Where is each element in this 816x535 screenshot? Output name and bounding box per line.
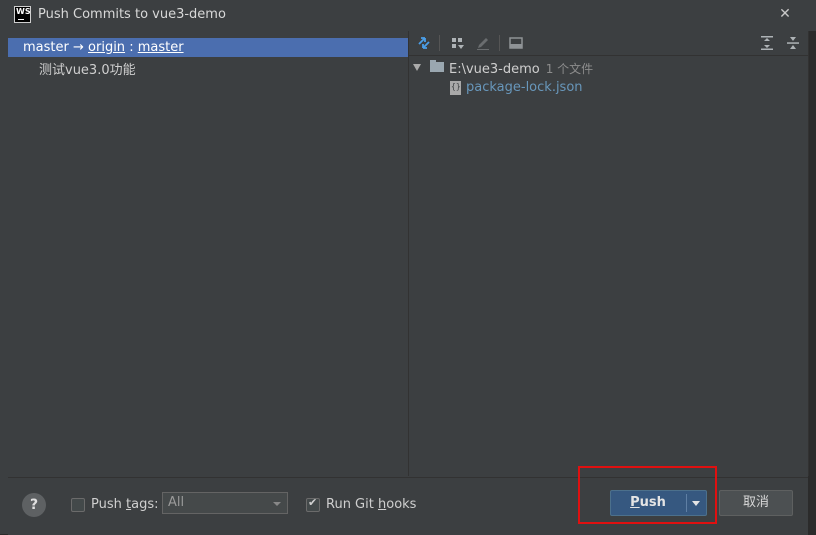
folder-icon (430, 60, 444, 72)
branch-row[interactable]: master → origin : master (8, 38, 408, 57)
json-file-icon (450, 81, 461, 95)
changes-toolbar (409, 31, 808, 56)
push-button[interactable]: Push (611, 491, 685, 515)
expand-all-icon[interactable] (759, 35, 775, 51)
background-editor-edge (808, 31, 816, 476)
arrow-icon: → (72, 40, 84, 55)
folder-path: E:\vue3-demo (449, 62, 540, 77)
remote-branch-link[interactable]: master (138, 40, 184, 55)
file-count: 1 个文件 (545, 62, 594, 76)
push-split-button: Push (610, 490, 707, 516)
changes-pane: E:\vue3-demo 1 个文件 package-lock.json (409, 31, 808, 476)
push-commits-dialog: WS Push Commits to vue3-demo ✕ master → … (0, 0, 816, 535)
push-tags-label: Push tags: (91, 497, 159, 512)
file-name[interactable]: package-lock.json (466, 80, 583, 95)
close-icon[interactable]: ✕ (776, 5, 794, 23)
branch-separator: : (129, 40, 134, 55)
push-dropdown-arrow-icon[interactable] (687, 491, 706, 515)
expand-triangle-icon[interactable] (413, 64, 421, 71)
collapse-all-icon[interactable] (785, 35, 801, 51)
remote-name-link[interactable]: origin (88, 40, 125, 55)
show-diff-icon[interactable] (416, 35, 432, 51)
preview-diff-icon[interactable] (508, 35, 524, 51)
dialog-footer: ? Push tags: All Run Git hooks Push 取消 (8, 466, 808, 535)
tags-select[interactable]: All (162, 492, 288, 514)
help-button[interactable]: ? (22, 493, 46, 517)
tags-select-value: All (168, 495, 185, 510)
local-branch: master (23, 40, 69, 55)
webstorm-logo-icon: WS (14, 6, 31, 23)
commit-item[interactable]: 测试vue3.0功能 (39, 59, 136, 78)
chevron-down-icon (273, 502, 281, 506)
folder-node[interactable]: E:\vue3-demo 1 个文件 (409, 59, 808, 77)
run-git-hooks-checkbox[interactable] (306, 496, 320, 512)
window-title: Push Commits to vue3-demo (38, 7, 226, 22)
toolbar-separator (499, 35, 500, 51)
file-node[interactable]: package-lock.json (409, 79, 808, 97)
toolbar-separator (439, 35, 440, 51)
edit-source-icon[interactable] (475, 35, 491, 51)
run-git-hooks-label: Run Git hooks (326, 497, 417, 512)
group-by-icon[interactable] (450, 35, 466, 51)
title-bar: WS Push Commits to vue3-demo ✕ (0, 0, 816, 30)
cancel-button[interactable]: 取消 (719, 490, 793, 516)
background-editor-edge (808, 476, 816, 534)
push-tags-checkbox[interactable] (71, 498, 85, 512)
commits-pane: master → origin : master 测试vue3.0功能 (8, 31, 408, 476)
